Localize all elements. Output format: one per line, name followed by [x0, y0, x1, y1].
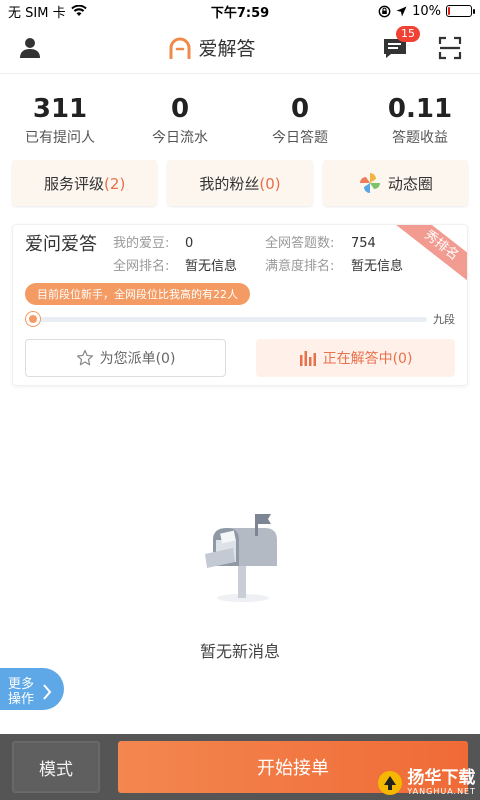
- battery-icon: [446, 5, 475, 17]
- satisfaction-label: 满意度排名:: [265, 259, 335, 274]
- card-info: 我的爱豆: 0 全网答题数: 754 全网排名: 暂无信息 满意度排名: 暂无信…: [113, 233, 431, 277]
- level-progress: 九段: [25, 311, 455, 327]
- stat-today-answers: 0 今日答题: [240, 94, 360, 160]
- pinwheel-icon: [359, 173, 380, 193]
- app-header: 爱解答 15: [0, 22, 480, 74]
- more-actions-label: 更多 操作: [8, 677, 34, 707]
- progress-knob: [26, 311, 41, 326]
- total-answers-label: 全网答题数:: [265, 236, 335, 251]
- service-rating-label: 服务评级: [44, 174, 105, 193]
- message-badge: 15: [395, 25, 420, 42]
- bottom-bar: 模式 开始接单 扬华下载 YANGHUA.NET: [0, 734, 480, 800]
- watermark: 扬华下载 YANGHUA.NET: [377, 770, 476, 796]
- service-rating-button[interactable]: 服务评级(2): [12, 160, 158, 206]
- answer-card: 秀排名 爱问爱答 我的爱豆: 0 全网答题数: 754 全网排名: 暂无信息 满…: [12, 224, 468, 386]
- more-line-2: 操作: [8, 692, 35, 707]
- status-right: 10%: [378, 3, 475, 19]
- card-title: 爱问爱答: [25, 234, 97, 255]
- moments-button[interactable]: 动态圈: [322, 160, 468, 206]
- battery-percent: 10%: [412, 3, 441, 19]
- stat-label: 今日答题: [272, 130, 328, 146]
- stat-value: 311: [32, 94, 88, 124]
- stat-value: 0: [170, 94, 190, 124]
- answering-label: 正在解答中(0): [322, 351, 413, 367]
- stat-label: 已有提问人: [25, 130, 95, 146]
- level-tip: 目前段位新手，全网段位比我高的有22人: [25, 283, 250, 305]
- mode-button[interactable]: 模式: [12, 741, 100, 793]
- status-bar: 无 SIM 卡 下午7:59 10%: [0, 0, 480, 22]
- stat-today-flow: 0 今日流水: [120, 94, 240, 160]
- watermark-text: 扬华下载 YANGHUA.NET: [407, 768, 476, 797]
- level-label: 九段: [433, 313, 455, 326]
- beans-label: 我的爱豆:: [113, 236, 170, 251]
- empty-text: 暂无新消息: [199, 642, 280, 661]
- scan-icon[interactable]: [438, 36, 462, 60]
- service-rating-count: (2): [104, 174, 126, 193]
- watermark-logo-icon: [378, 771, 403, 795]
- battery-fill: [448, 7, 451, 15]
- empty-state: 暂无新消息: [0, 510, 480, 662]
- stat-askers: 311 已有提问人: [0, 94, 120, 160]
- my-fans-button[interactable]: 我的粉丝(0): [167, 160, 313, 206]
- carrier-text: 无 SIM 卡: [8, 5, 66, 21]
- dispatch-label: 为您派单(0): [99, 351, 176, 367]
- watermark-url: YANGHUA.NET: [407, 787, 476, 796]
- mailbox-icon: [205, 514, 277, 602]
- bar-chart-icon: [299, 351, 316, 366]
- stat-label: 今日流水: [152, 130, 208, 146]
- my-fans-count: (0): [259, 174, 281, 193]
- card-header: 爱问爱答 我的爱豆: 0 全网答题数: 754 全网排名: 暂无信息 满意度排名…: [25, 233, 455, 277]
- chevron-right-icon: [43, 684, 52, 700]
- more-line-1: 更多: [8, 677, 35, 692]
- stat-value: 0.11: [387, 94, 453, 124]
- watermark-brand: 扬华下载: [407, 768, 476, 788]
- beans-value: 0: [185, 236, 194, 251]
- messages-button[interactable]: 15: [382, 25, 420, 61]
- dispatch-button[interactable]: 为您派单(0): [25, 339, 226, 377]
- stats-row: 311 已有提问人 0 今日流水 0 今日答题 0.11 答题收益: [0, 74, 480, 160]
- my-fans-label: 我的粉丝: [199, 174, 260, 193]
- stat-label: 答题收益: [392, 130, 448, 146]
- stat-value: 0: [290, 94, 310, 124]
- location-icon: [396, 6, 407, 16]
- more-actions-button[interactable]: 更多 操作: [0, 668, 64, 710]
- app-title: 爱解答: [168, 34, 256, 61]
- quick-actions: 服务评级(2) 我的粉丝(0) 动态圈: [0, 160, 480, 206]
- star-icon: [76, 349, 93, 366]
- status-left: 无 SIM 卡: [8, 2, 87, 21]
- rank-value: 暂无信息: [185, 259, 238, 274]
- satisfaction-value: 暂无信息: [351, 259, 404, 274]
- rotation-lock-icon: [378, 5, 391, 17]
- wifi-icon: [70, 5, 87, 16]
- answering-button[interactable]: 正在解答中(0): [256, 339, 455, 377]
- profile-icon[interactable]: [18, 36, 42, 60]
- stat-earnings: 0.11 答题收益: [360, 94, 480, 160]
- app-title-text: 爱解答: [198, 38, 256, 60]
- header-actions: 15: [382, 25, 462, 61]
- progress-track: [25, 311, 427, 326]
- moments-label: 动态圈: [387, 174, 433, 193]
- card-actions: 为您派单(0) 正在解答中(0): [25, 339, 455, 377]
- logo-icon: [169, 37, 191, 59]
- rank-label: 全网排名:: [113, 259, 170, 274]
